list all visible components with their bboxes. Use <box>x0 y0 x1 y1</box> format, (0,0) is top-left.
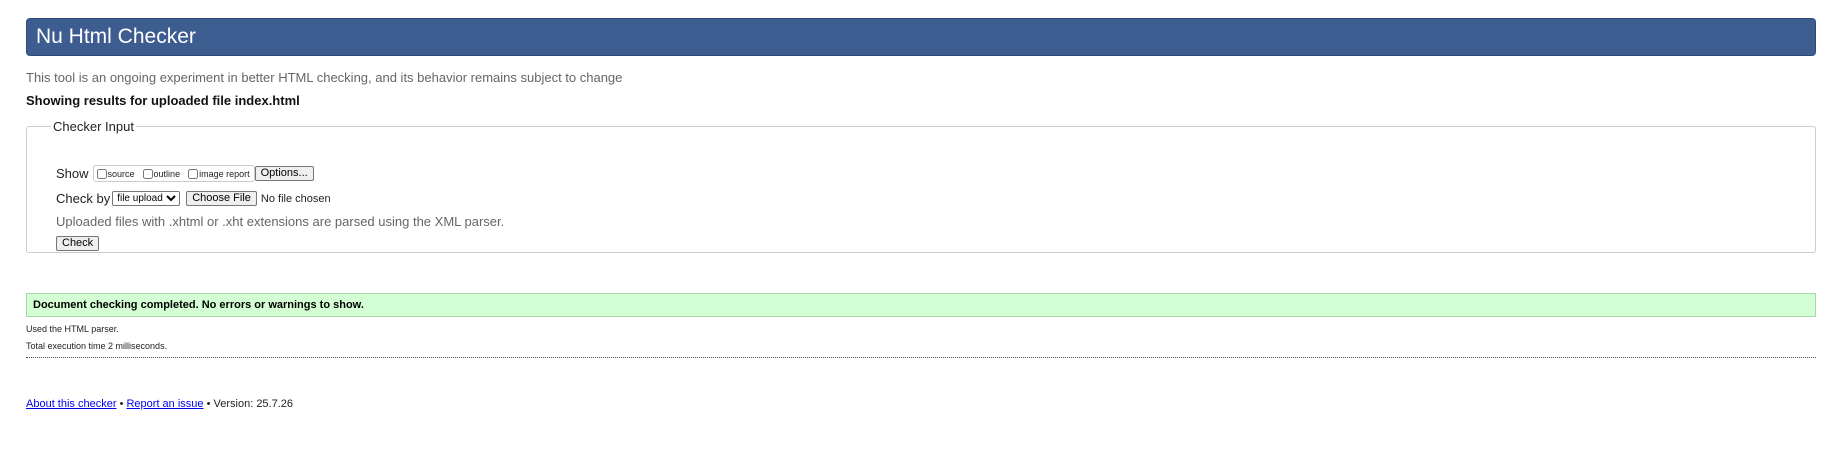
show-outline-option[interactable]: outline <box>142 168 181 179</box>
file-input[interactable]: Choose File No file chosen <box>186 191 331 206</box>
show-source-option[interactable]: source <box>96 168 135 179</box>
checker-input-fieldset: Checker Input Show source outline image … <box>26 119 1816 253</box>
page-title: Nu Html Checker <box>36 25 196 48</box>
check-row: Check <box>56 236 100 251</box>
checker-input-legend: Checker Input <box>53 119 134 134</box>
results-heading: Showing results for uploaded file index.… <box>26 93 300 108</box>
options-button[interactable]: Options... <box>254 166 314 181</box>
about-checker-link[interactable]: About this checker <box>26 398 117 410</box>
check-by-row: Check by file upload Choose File No file… <box>56 191 331 206</box>
execution-time: Total execution time 2 milliseconds. <box>26 341 168 351</box>
show-image-report-checkbox[interactable] <box>188 168 199 179</box>
show-label: Show <box>56 166 89 181</box>
show-image-report-label: image report <box>199 168 250 179</box>
version-text: Version: 25.7.26 <box>213 398 294 410</box>
divider <box>26 357 1816 358</box>
report-issue-link[interactable]: Report an issue <box>126 398 203 410</box>
show-outline-label: outline <box>153 168 181 179</box>
show-outline-checkbox[interactable] <box>142 168 153 179</box>
parser-note: Used the HTML parser. <box>26 324 119 334</box>
check-by-select[interactable]: file upload <box>112 191 181 206</box>
footer-separator: • <box>206 398 211 410</box>
xml-parser-note: Uploaded files with .xhtml or .xht exten… <box>56 214 505 229</box>
footer-separator: • <box>119 398 124 410</box>
footer: About this checker • Report an issue • V… <box>26 398 293 410</box>
show-source-label: source <box>107 168 135 179</box>
intro-text: This tool is an ongoing experiment in be… <box>26 70 623 85</box>
show-row: Show source outline image report Options… <box>56 165 314 182</box>
show-options-group: source outline image report <box>92 165 255 182</box>
check-button[interactable]: Check <box>56 236 100 251</box>
no-file-chosen-text: No file chosen <box>260 192 331 205</box>
check-by-label: Check by <box>56 191 111 206</box>
show-image-report-option[interactable]: image report <box>187 168 250 179</box>
success-message: Document checking completed. No errors o… <box>26 293 1816 317</box>
choose-file-button[interactable]: Choose File <box>186 191 257 206</box>
show-source-checkbox[interactable] <box>96 168 107 179</box>
page-header: Nu Html Checker <box>26 18 1816 56</box>
